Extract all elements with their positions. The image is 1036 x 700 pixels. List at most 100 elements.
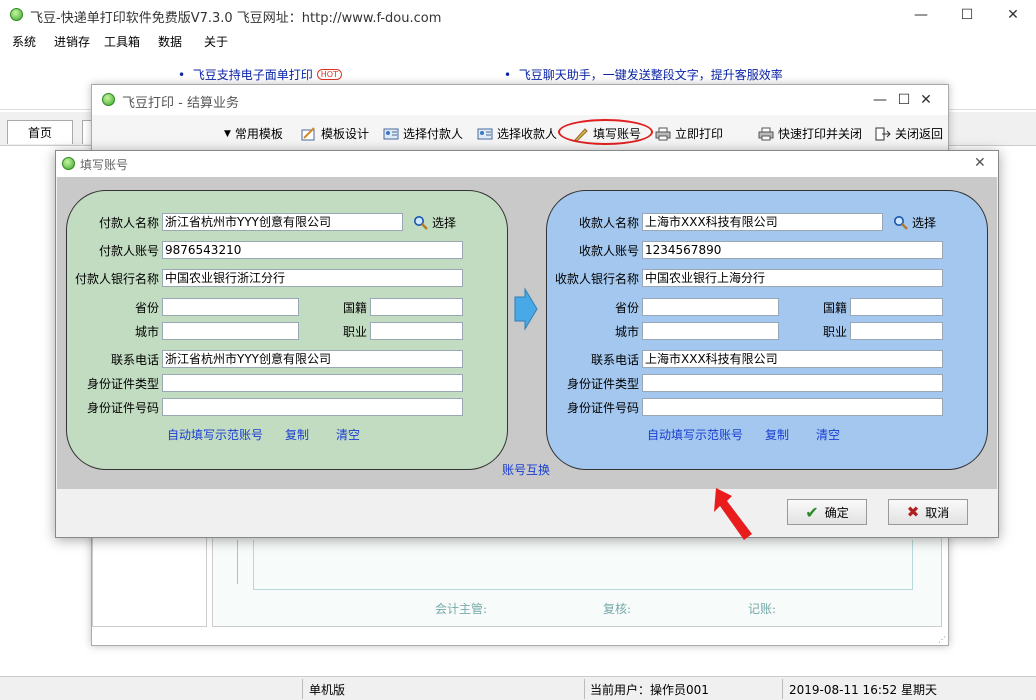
preview-form-box [253, 540, 913, 590]
settle-title: 飞豆打印 - 结算业务 [122, 96, 239, 111]
toolbar-templates[interactable]: ▼ 常用模板 [224, 125, 283, 142]
payer-id-number-field[interactable] [162, 398, 463, 416]
fill-account-dialog: 填写账号 ✕ 付款人名称 浙江省杭州市YYY创意有限公司 选择 付款人账号 98… [55, 150, 999, 538]
caret-down-icon: ▼ [224, 128, 231, 139]
payee-nationality-field[interactable] [850, 298, 943, 316]
dialog-title-bar: 填写账号 ✕ [56, 151, 998, 177]
maximize-button[interactable]: ☐ [944, 0, 990, 30]
design-icon [301, 126, 315, 140]
toolbar-select-payee[interactable]: 选择收款人 [477, 125, 557, 142]
payer-bank-field[interactable]: 中国农业银行浙江分行 [162, 269, 463, 287]
payee-bank-field[interactable]: 中国农业银行上海分行 [642, 269, 943, 287]
menu-inventory[interactable]: 进销存 [54, 33, 90, 50]
toolbar-select-payer[interactable]: 选择付款人 [383, 125, 463, 142]
payer-phone-label: 联系电话 [110, 353, 159, 367]
payee-id-number-label: 身份证件号码 [566, 401, 639, 415]
preview-reviewer-label: 复核: [603, 602, 632, 616]
dialog-close-button[interactable]: ✕ [974, 155, 986, 171]
payer-id-type-field[interactable] [162, 374, 463, 392]
payer-province-label: 省份 [134, 301, 159, 315]
toolbar-quick-print-close[interactable]: 快速打印并关闭 [758, 125, 862, 142]
payer-nationality-label: 国籍 [342, 301, 367, 315]
swap-accounts-link[interactable]: 账号互换 [502, 461, 550, 478]
search-icon [894, 216, 908, 230]
payer-auto-fill-link[interactable]: 自动填写示范账号 [167, 426, 263, 443]
title-bar: 飞豆-快递单打印软件免费版V7.3.0 飞豆网址：http://www.f-do… [0, 0, 1036, 30]
settle-title-bar: 飞豆打印 - 结算业务 — ☐ ✕ [92, 85, 948, 115]
payee-province-label: 省份 [614, 301, 639, 315]
status-datetime: 2019-08-11 16:52 星期天 [789, 683, 937, 697]
payee-select-button[interactable]: 选择 [893, 214, 936, 231]
payer-nationality-field[interactable] [370, 298, 463, 316]
checkmark-icon: ✔ [805, 502, 819, 522]
payer-occupation-label: 职业 [342, 325, 367, 339]
payee-occupation-field[interactable] [850, 322, 943, 340]
settle-close-button[interactable]: ✕ [904, 85, 948, 115]
menu-data[interactable]: 数据 [158, 33, 182, 50]
app-logo-icon [10, 8, 23, 21]
menu-toolbox[interactable]: 工具箱 [104, 33, 140, 50]
cross-icon: ✖ [906, 503, 920, 521]
exit-icon [875, 127, 891, 140]
search-icon [414, 216, 428, 230]
payer-occupation-field[interactable] [370, 322, 463, 340]
highlight-ellipse [558, 119, 653, 145]
app-logo-icon [62, 157, 75, 170]
settle-left-list[interactable] [92, 535, 207, 627]
payer-account-field[interactable]: 9876543210 [162, 241, 463, 259]
payer-clear-link[interactable]: 清空 [336, 426, 360, 443]
status-mode: 单机版 [309, 683, 346, 697]
payee-copy-link[interactable]: 复制 [765, 426, 789, 443]
payee-id-number-field[interactable] [642, 398, 943, 416]
payee-name-label: 收款人名称 [578, 216, 639, 230]
minimize-button[interactable]: — [898, 0, 944, 30]
payer-bank-label: 付款人银行名称 [74, 272, 159, 286]
annotation-arrow-icon [714, 488, 752, 540]
toolbar-design[interactable]: 模板设计 [301, 125, 369, 142]
print-preview: 会计主管: 复核: 记账: [212, 535, 942, 627]
dialog-title: 填写账号 [80, 158, 129, 172]
toolbar-close-return[interactable]: 关闭返回 [875, 125, 943, 142]
payer-account-label: 付款人账号 [98, 244, 159, 258]
menu-about[interactable]: 关于 [204, 33, 228, 50]
payer-name-field[interactable]: 浙江省杭州市YYY创意有限公司 [162, 213, 403, 231]
dialog-body: 付款人名称 浙江省杭州市YYY创意有限公司 选择 付款人账号 987654321… [57, 177, 997, 489]
payee-name-field[interactable]: 上海市XXX科技有限公司 [642, 213, 883, 231]
payee-account-field[interactable]: 1234567890 [642, 241, 943, 259]
printer-icon [655, 127, 671, 140]
tab-home[interactable]: 首页 [7, 120, 73, 144]
payer-copy-link[interactable]: 复制 [285, 426, 309, 443]
toolbar-print-now[interactable]: 立即打印 [655, 125, 723, 142]
ok-button[interactable]: ✔ 确定 [787, 499, 867, 525]
payee-nationality-label: 国籍 [822, 301, 847, 315]
payee-id-type-label: 身份证件类型 [566, 377, 639, 391]
payer-name-label: 付款人名称 [98, 216, 159, 230]
ad-link-chat[interactable]: • 飞豆聊天助手，一键发送整段文字，提升客服效率 [504, 66, 783, 83]
settle-toolbar: ▼ 常用模板 模板设计 选择付款人 选择收款人 填写账号 立即打印 快速打印并关闭… [92, 115, 948, 151]
payer-panel: 付款人名称 浙江省杭州市YYY创意有限公司 选择 付款人账号 987654321… [66, 190, 508, 470]
payer-phone-field[interactable]: 浙江省杭州市YYY创意有限公司 [162, 350, 463, 368]
resize-grip-icon[interactable]: ⋰ [938, 635, 946, 644]
app-logo-icon [102, 93, 115, 106]
payee-city-label: 城市 [614, 325, 639, 339]
ad-link-electronic[interactable]: • 飞豆支持电子面单打印 HOT [178, 66, 342, 83]
preview-rule [237, 540, 238, 584]
status-divider [302, 679, 303, 699]
payer-id-type-label: 身份证件类型 [86, 377, 159, 391]
status-user: 当前用户：操作员001 [590, 683, 709, 697]
payee-id-type-field[interactable] [642, 374, 943, 392]
printer-icon [758, 127, 774, 140]
swap-arrow-icon [514, 287, 538, 331]
payee-phone-field[interactable]: 上海市XXX科技有限公司 [642, 350, 943, 368]
payer-select-button[interactable]: 选择 [413, 214, 456, 231]
payee-clear-link[interactable]: 清空 [816, 426, 840, 443]
cancel-button[interactable]: ✖ 取消 [888, 499, 968, 525]
payee-bank-label: 收款人银行名称 [554, 272, 639, 286]
close-button[interactable]: ✕ [990, 0, 1036, 30]
payee-phone-label: 联系电话 [590, 353, 639, 367]
hot-badge: HOT [316, 69, 342, 80]
menu-system[interactable]: 系统 [12, 33, 36, 50]
payer-id-number-label: 身份证件号码 [86, 401, 159, 415]
id-card-icon [383, 128, 399, 139]
payee-auto-fill-link[interactable]: 自动填写示范账号 [647, 426, 743, 443]
